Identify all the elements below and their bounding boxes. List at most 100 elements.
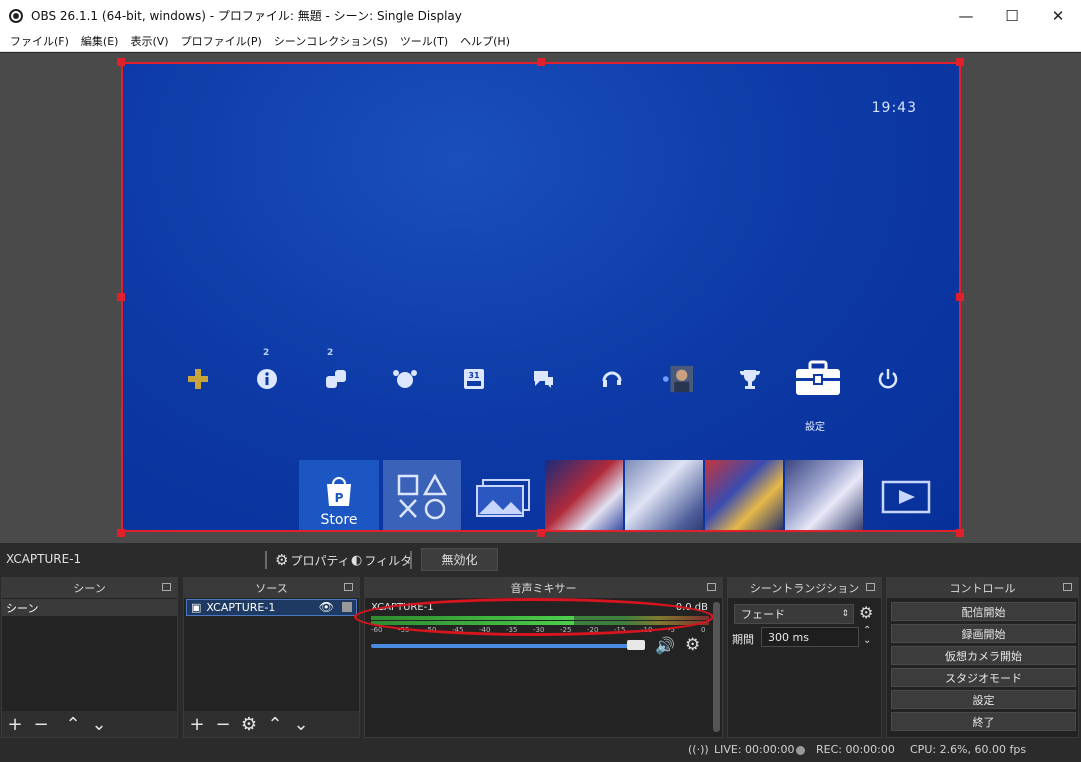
transitions-title: シーントランジション [749, 582, 860, 595]
source-properties-icon[interactable]: ⚙ [236, 714, 262, 735]
transition-select[interactable]: フェード ⇕ [734, 604, 854, 624]
filters-label: フィルタ [364, 553, 413, 568]
menu-scene-collection[interactable]: シーンコレクション(S) [268, 33, 394, 49]
speaker-icon[interactable]: 🔊 [655, 636, 675, 655]
status-bar: ((·)) LIVE: 00:00:00 REC: 00:00:00 CPU: … [0, 738, 1081, 762]
scene-item[interactable]: シーン [2, 599, 177, 616]
close-button[interactable]: ✕ [1035, 0, 1081, 31]
disable-button[interactable]: 無効化 [421, 548, 498, 571]
menu-bar: ファイル(F) 編集(E) 表示(V) プロファイル(P) シーンコレクション(… [0, 31, 1081, 52]
exit-button[interactable]: 終了 [891, 712, 1076, 731]
mixer-scrollbar[interactable] [713, 602, 720, 732]
resize-handle-t[interactable] [537, 58, 545, 66]
transition-settings-gear-icon[interactable]: ⚙ [859, 603, 873, 622]
resize-handle-bl[interactable] [117, 529, 125, 537]
scenes-header: シーン [2, 578, 177, 598]
selected-source-name: XCAPTURE-1 [6, 552, 82, 566]
capture-card-icon: ▣ [191, 601, 202, 614]
gallery-tile [465, 460, 543, 530]
resize-handle-b[interactable] [537, 529, 545, 537]
transition-select-value: フェード [741, 608, 785, 621]
undock-icon[interactable] [162, 583, 171, 591]
preview-area[interactable]: 19:43 2 2 31 設定 P Store [0, 53, 1081, 543]
obs-logo-icon [9, 8, 23, 23]
profile-avatar-icon [663, 364, 693, 394]
source-item[interactable]: ▣ XCAPTURE-1 👁 [186, 599, 357, 616]
notifications-icon: 2 [252, 348, 282, 394]
menu-edit[interactable]: 編集(E) [75, 33, 125, 49]
duration-stepper-icon[interactable]: ⌃ ⌄ [863, 626, 871, 646]
move-up-icon[interactable]: ⌃ [262, 714, 288, 735]
scenes-title: シーン [73, 582, 106, 595]
undock-icon[interactable] [1063, 583, 1072, 591]
filter-icon: ◐ [351, 552, 363, 568]
move-down-icon[interactable]: ⌄ [86, 714, 112, 735]
move-down-icon[interactable]: ⌄ [288, 714, 314, 735]
svg-text:31: 31 [468, 371, 480, 380]
volume-slider-handle[interactable] [627, 640, 645, 650]
menu-profile[interactable]: プロファイル(P) [175, 33, 268, 49]
start-virtual-camera-button[interactable]: 仮想カメラ開始 [891, 646, 1076, 665]
menu-help[interactable]: ヘルプ(H) [454, 33, 516, 49]
friends-badge: 2 [327, 348, 334, 358]
undock-icon[interactable] [866, 583, 875, 591]
video-tile [869, 460, 939, 530]
remove-scene-icon[interactable]: − [28, 714, 54, 735]
headset-icon [597, 364, 627, 394]
ps-plus-icon [183, 364, 213, 394]
scene-transitions-dock: シーントランジション フェード ⇕ ⚙ 期間 300 ms ⌃ ⌄ [727, 577, 882, 738]
rec-indicator-icon [796, 746, 805, 755]
transitions-header: シーントランジション [728, 578, 881, 598]
store-tile: P Store [299, 460, 379, 530]
mixer-settings-gear-icon[interactable]: ⚙ [685, 635, 700, 655]
resize-handle-tl[interactable] [117, 58, 125, 66]
library-tile [383, 460, 461, 530]
filters-button[interactable]: ◐ フィルタ [351, 551, 412, 569]
resize-handle-r[interactable] [956, 293, 964, 301]
highlight-ellipse [354, 598, 714, 636]
mixer-header: 音声ミキサー [365, 578, 722, 598]
power-icon [873, 364, 903, 394]
lock-icon[interactable] [342, 602, 352, 612]
resize-handle-br[interactable] [956, 529, 964, 537]
scenes-footer: + − ⌃ ⌄ [2, 711, 177, 737]
menu-tools[interactable]: ツール(T) [394, 33, 454, 49]
volume-slider[interactable] [371, 644, 641, 648]
controls-header: コントロール [887, 578, 1078, 598]
minimize-button[interactable]: — [943, 0, 989, 31]
resize-handle-l[interactable] [117, 293, 125, 301]
remove-source-icon[interactable]: − [210, 714, 236, 735]
sources-title: ソース [255, 582, 288, 595]
visibility-eye-icon[interactable]: 👁 [319, 600, 334, 614]
toolbar-divider [265, 551, 267, 569]
svg-text:P: P [335, 491, 344, 505]
controls-dock: コントロール 配信開始 録画開始 仮想カメラ開始 スタジオモード 設定 終了 [886, 577, 1079, 738]
game-tile-1 [545, 460, 623, 530]
notifications-badge: 2 [263, 348, 270, 358]
title-bar: OBS 26.1.1 (64-bit, windows) - プロファイル: 無… [0, 0, 1081, 31]
add-source-icon[interactable]: + [184, 714, 210, 735]
mixer-title: 音声ミキサー [510, 582, 577, 595]
undock-icon[interactable] [707, 583, 716, 591]
add-scene-icon[interactable]: + [2, 714, 28, 735]
store-label: Store [320, 512, 358, 528]
start-recording-button[interactable]: 録画開始 [891, 624, 1076, 643]
properties-button[interactable]: ⚙ プロパティ [275, 551, 350, 569]
studio-mode-button[interactable]: スタジオモード [891, 668, 1076, 687]
start-streaming-button[interactable]: 配信開始 [891, 602, 1076, 621]
menu-view[interactable]: 表示(V) [124, 33, 174, 49]
undock-icon[interactable] [344, 583, 353, 591]
move-up-icon[interactable]: ⌃ [60, 714, 86, 735]
resize-handle-tr[interactable] [956, 58, 964, 66]
events-icon: 31 [459, 364, 489, 394]
controls-title: コントロール [949, 582, 1016, 595]
maximize-button[interactable]: ☐ [989, 0, 1035, 31]
cpu-fps: CPU: 2.6%, 60.00 fps [910, 743, 1027, 756]
settings-button[interactable]: 設定 [891, 690, 1076, 709]
window-controls: — ☐ ✕ [943, 0, 1081, 31]
preview-screen[interactable]: 19:43 2 2 31 設定 P Store [121, 62, 961, 532]
duration-input[interactable]: 300 ms [761, 627, 859, 647]
rec-time: REC: 00:00:00 [816, 743, 895, 756]
menu-file[interactable]: ファイル(F) [4, 33, 75, 49]
source-toolbar: XCAPTURE-1 ⚙ プロパティ ◐ フィルタ 無効化 [0, 545, 1081, 575]
